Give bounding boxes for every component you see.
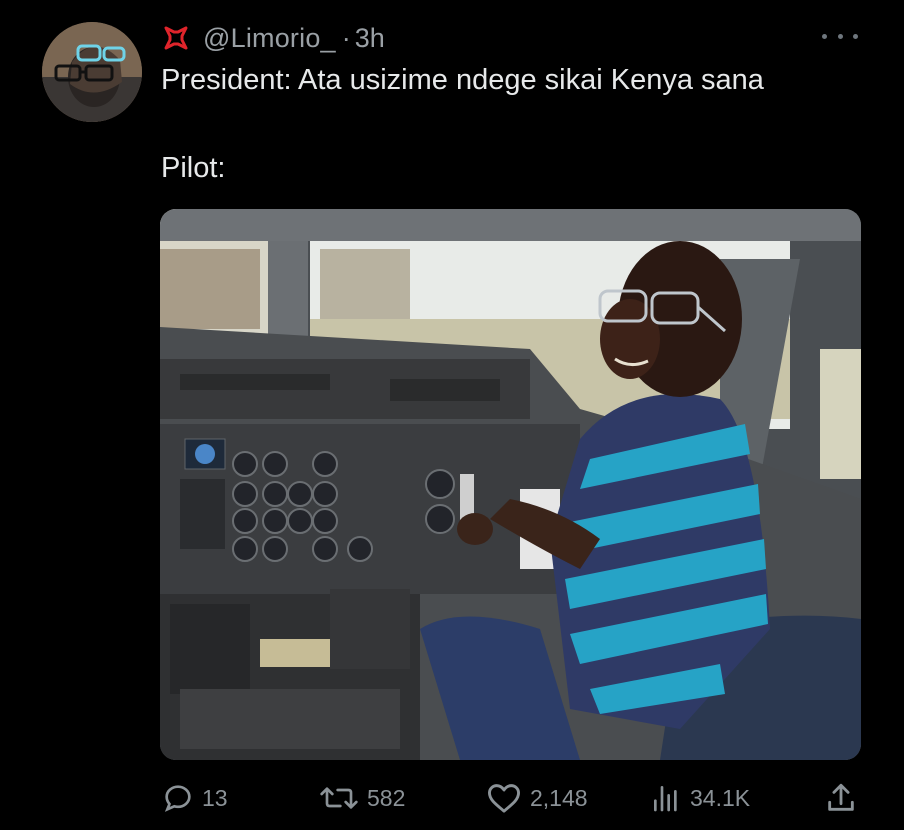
tweet-time[interactable]: 3h <box>355 23 385 54</box>
tweet-text-line-1: President: Ata usizime ndege sikai Kenya… <box>161 64 764 96</box>
views-button[interactable]: 34.1K <box>650 780 750 816</box>
heart-icon <box>488 784 520 813</box>
like-button[interactable]: 2,148 <box>486 780 588 816</box>
avatar[interactable] <box>42 22 142 122</box>
avatar-image <box>42 22 142 122</box>
like-count: 2,148 <box>530 784 588 811</box>
retweet-count: 582 <box>367 784 406 811</box>
header-separator: · <box>341 22 351 53</box>
reply-icon <box>164 785 191 812</box>
retweet-button[interactable]: 582 <box>319 780 405 816</box>
share-icon <box>828 783 854 811</box>
more-dots-icon[interactable] <box>822 24 858 48</box>
cockpit-photo <box>160 209 861 760</box>
reply-count: 13 <box>202 784 228 811</box>
reply-button[interactable]: 13 <box>162 780 228 816</box>
action-bar: 13 582 2,148 34.1K <box>0 780 904 816</box>
tweet: @Limorio_ · 3h President: Ata usizime nd… <box>0 0 904 830</box>
red-box-badge-icon <box>161 23 191 53</box>
views-bar-chart-icon <box>654 786 677 812</box>
views-count: 34.1K <box>690 784 751 811</box>
retweet-icon <box>320 787 358 809</box>
share-button[interactable] <box>824 780 866 816</box>
tweet-text-line-2: Pilot: <box>161 152 226 184</box>
tweet-media-photo[interactable] <box>160 209 861 760</box>
author-handle[interactable]: @Limorio_ <box>203 23 336 54</box>
tweet-header: @Limorio_ · 3h <box>161 18 385 58</box>
